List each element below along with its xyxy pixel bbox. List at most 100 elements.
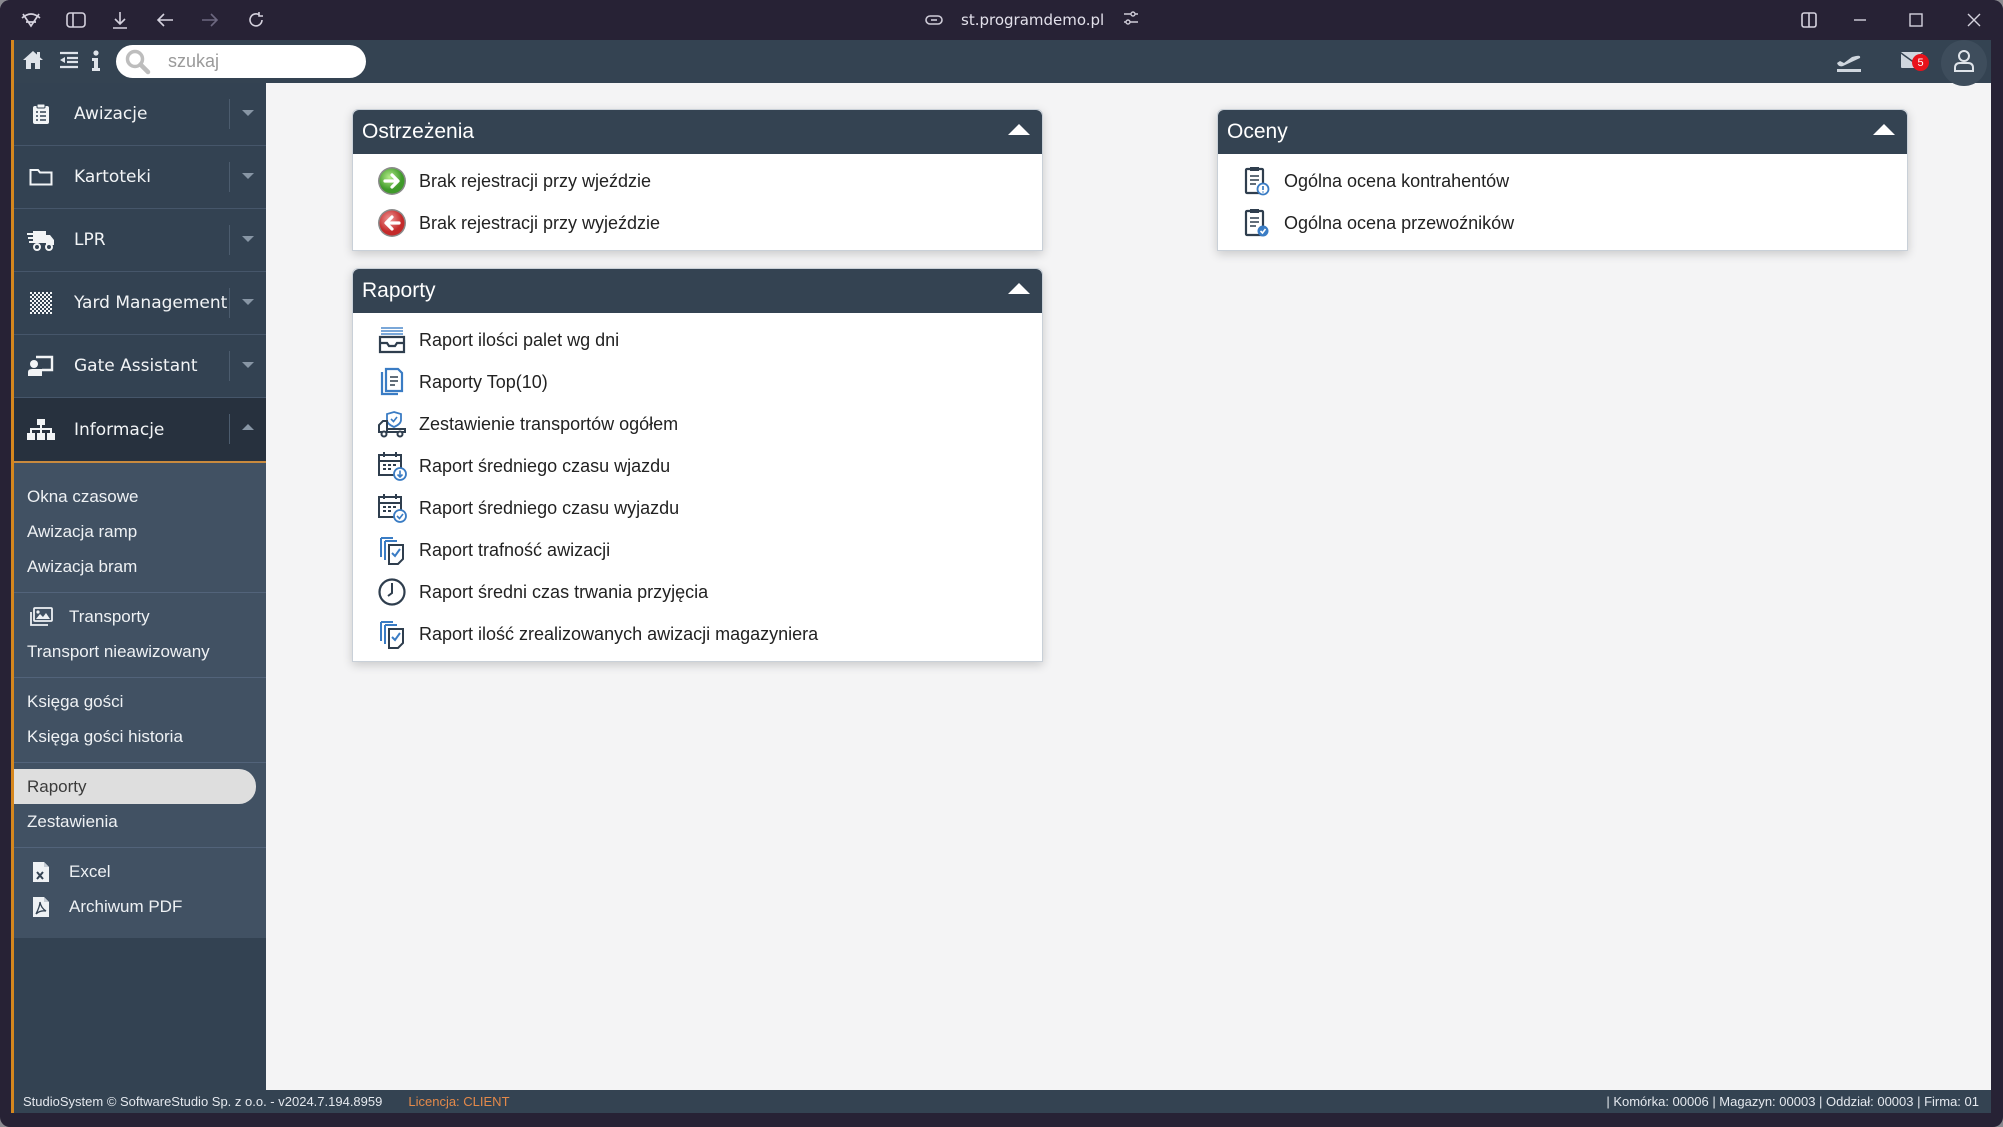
ratings-panel: Oceny Ogólna ocena kontrahentów Ogólna o… bbox=[1217, 109, 1908, 251]
submenu-item-transport-nieawizowany[interactable]: Transport nieawizowany bbox=[14, 634, 266, 669]
panel-link[interactable]: Zestawienie transportów ogółem bbox=[353, 403, 1042, 445]
chevron-down-icon[interactable] bbox=[242, 362, 254, 368]
submenu-label: Transport nieawizowany bbox=[27, 641, 210, 661]
folder-icon bbox=[24, 168, 58, 186]
menu-label: Informacje bbox=[74, 419, 165, 440]
submenu-item-awizacja-bram[interactable]: Awizacja bram bbox=[14, 549, 266, 584]
panel-header[interactable]: Ostrzeżenia bbox=[353, 110, 1042, 154]
submenu-label: Raporty bbox=[27, 776, 87, 796]
submenu-group: Excel Archiwum PDF bbox=[14, 848, 266, 938]
submenu-item-archiwum-pdf[interactable]: Archiwum PDF bbox=[14, 889, 266, 924]
chevron-down-icon[interactable] bbox=[242, 173, 254, 179]
submenu-label: Archiwum PDF bbox=[69, 896, 183, 916]
address-bar[interactable]: st.programdemo.pl bbox=[925, 8, 1140, 32]
panel-link[interactable]: Ogólna ocena przewoźników bbox=[1218, 202, 1907, 244]
submenu-item-okna-czasowe[interactable]: Okna czasowe bbox=[14, 479, 266, 514]
truck-icon bbox=[24, 229, 58, 251]
departures-icon[interactable] bbox=[1829, 40, 1869, 83]
panel-link[interactable]: Brak rejestracji przy wyjeździe bbox=[353, 202, 1042, 244]
panel-header[interactable]: Oceny bbox=[1218, 110, 1907, 154]
chevron-down-icon[interactable] bbox=[242, 110, 254, 116]
chevron-down-icon[interactable] bbox=[242, 299, 254, 305]
submenu-label: Zestawienia bbox=[27, 811, 118, 831]
chevron-down-icon[interactable] bbox=[242, 236, 254, 242]
panel-link[interactable]: Brak rejestracji przy wjeździe bbox=[353, 160, 1042, 202]
sitemap-icon bbox=[24, 418, 58, 441]
panel-link-label: Raport ilości palet wg dni bbox=[419, 329, 620, 350]
info-icon[interactable] bbox=[91, 50, 101, 77]
back-icon[interactable] bbox=[153, 8, 177, 32]
context-info: | Komórka: 00006 | Magazyn: 00003 | Oddz… bbox=[1606, 1094, 1979, 1109]
panel-link-label: Raport średni czas trwania przyjęcia bbox=[419, 581, 709, 602]
submenu-item-transporty[interactable]: Transporty bbox=[14, 599, 266, 634]
submenu-label: Księga gości bbox=[27, 691, 124, 711]
panel-link[interactable]: Raport ilości palet wg dni bbox=[353, 319, 1042, 361]
maximize-icon[interactable] bbox=[1904, 8, 1928, 32]
informacje-submenu: Okna czasowe Awizacja ramp Awizacja bram… bbox=[14, 463, 266, 938]
app-logo-icon[interactable] bbox=[19, 8, 43, 32]
download-icon[interactable] bbox=[108, 8, 132, 32]
submenu-item-excel[interactable]: Excel bbox=[14, 854, 266, 889]
collapse-icon[interactable] bbox=[1008, 283, 1030, 294]
submenu-label: Excel bbox=[69, 861, 111, 881]
red-arrow-left-icon bbox=[375, 206, 409, 240]
menu-item-lpr[interactable]: LPR bbox=[14, 209, 266, 272]
status-footer: StudioSystem © SoftwareStudio Sp. z o.o.… bbox=[14, 1090, 1991, 1113]
menu-item-yard-management[interactable]: Yard Management bbox=[14, 272, 266, 335]
menu-item-kartoteki[interactable]: Kartoteki bbox=[14, 146, 266, 209]
split-view-icon[interactable] bbox=[1797, 8, 1821, 32]
chevron-up-icon[interactable] bbox=[242, 424, 254, 430]
user-menu-button[interactable] bbox=[1941, 40, 1987, 86]
user-icon bbox=[1954, 50, 1974, 76]
collapse-icon[interactable] bbox=[1873, 124, 1895, 135]
panel-link-label: Raport średniego czasu wyjazdu bbox=[419, 497, 680, 518]
search-input[interactable] bbox=[168, 51, 348, 72]
reload-icon[interactable] bbox=[244, 8, 268, 32]
excel-file-icon bbox=[27, 861, 55, 883]
panel-link[interactable]: Raport trafność awizacji bbox=[353, 529, 1042, 571]
menu-item-awizacje[interactable]: Awizacje bbox=[14, 83, 266, 146]
panel-link[interactable]: Raport ilość zrealizowanych awizacji mag… bbox=[353, 613, 1042, 655]
sidebar-toggle-icon[interactable] bbox=[64, 8, 88, 32]
truck-shield-icon bbox=[375, 407, 409, 441]
pdf-file-icon bbox=[27, 896, 55, 918]
panel-link-label: Ogólna ocena kontrahentów bbox=[1284, 170, 1510, 191]
minimize-icon[interactable] bbox=[1848, 8, 1872, 32]
close-icon[interactable] bbox=[1962, 8, 1986, 32]
presentation-icon bbox=[24, 355, 58, 377]
panel-header[interactable]: Raporty bbox=[353, 269, 1042, 313]
site-settings-icon[interactable] bbox=[1122, 10, 1140, 30]
url-text: st.programdemo.pl bbox=[961, 11, 1105, 29]
submenu-item-awizacja-ramp[interactable]: Awizacja ramp bbox=[14, 514, 266, 549]
search-icon bbox=[124, 48, 152, 76]
collapse-menu-icon[interactable] bbox=[59, 50, 79, 74]
home-icon[interactable] bbox=[22, 50, 44, 75]
menu-item-gate-assistant[interactable]: Gate Assistant bbox=[14, 335, 266, 398]
menu-label: Gate Assistant bbox=[74, 356, 198, 376]
mail-button[interactable]: 5 bbox=[1892, 40, 1932, 83]
clock-icon bbox=[375, 575, 409, 609]
panel-body: Brak rejestracji przy wjeździe Brak reje… bbox=[353, 154, 1042, 250]
panel-link-label: Raport trafność awizacji bbox=[419, 539, 611, 560]
collapse-icon[interactable] bbox=[1008, 124, 1030, 135]
menu-item-informacje[interactable]: Informacje bbox=[14, 398, 266, 463]
panel-link-label: Ogólna ocena przewoźników bbox=[1284, 212, 1515, 233]
panel-title: Raporty bbox=[362, 279, 436, 302]
search-box[interactable] bbox=[116, 45, 366, 78]
submenu-group: Księga gości Księga gości historia bbox=[14, 678, 266, 763]
panel-link[interactable]: Raporty Top(10) bbox=[353, 361, 1042, 403]
panel-link-label: Zestawienie transportów ogółem bbox=[419, 413, 679, 434]
submenu-item-ksiega-gosci-historia[interactable]: Księga gości historia bbox=[14, 719, 266, 754]
inbox-tray-icon bbox=[375, 323, 409, 357]
submenu-item-raporty[interactable]: Raporty bbox=[14, 769, 256, 804]
panel-link[interactable]: Raport średniego czasu wyjazdu bbox=[353, 487, 1042, 529]
panel-link[interactable]: Raport średniego czasu wjazdu bbox=[353, 445, 1042, 487]
panel-title: Oceny bbox=[1227, 120, 1288, 143]
panel-link[interactable]: Ogólna ocena kontrahentów bbox=[1218, 160, 1907, 202]
submenu-item-ksiega-gosci[interactable]: Księga gości bbox=[14, 684, 266, 719]
submenu-item-zestawienia[interactable]: Zestawienia bbox=[14, 804, 266, 839]
panel-link[interactable]: Raport średni czas trwania przyjęcia bbox=[353, 571, 1042, 613]
forward-icon[interactable] bbox=[198, 8, 222, 32]
panel-link-label: Raport ilość zrealizowanych awizacji mag… bbox=[419, 623, 819, 644]
sidebar: Awizacje Kartoteki LPR Yard Management G… bbox=[14, 83, 266, 1090]
